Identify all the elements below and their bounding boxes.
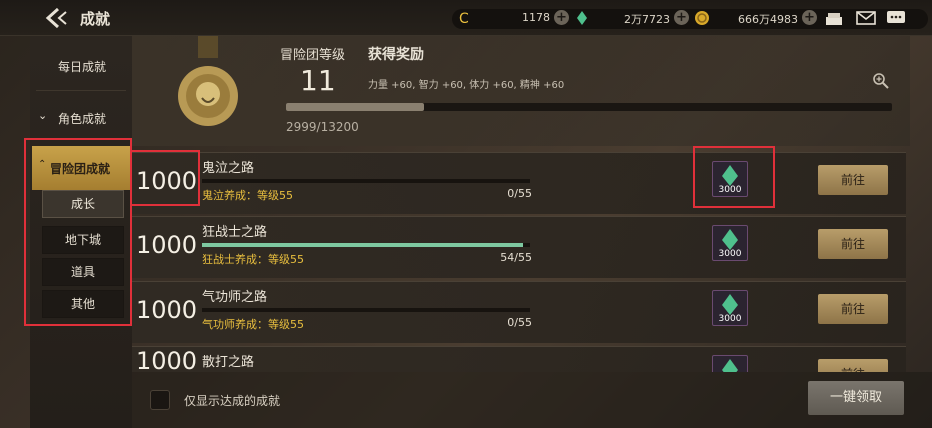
green-crystal-icon: [574, 10, 590, 26]
achievement-row: 1000 狂战士之路 狂战士养成：等级55 54/55 3000 前往: [132, 216, 906, 278]
show-completed-label: 仅显示达成的成就: [184, 394, 281, 408]
page-title: 成就: [80, 10, 111, 28]
sidebar-item-daily[interactable]: 每日成就: [30, 40, 132, 90]
reward-description: 力量 +60, 智力 +60, 体力 +60, 精神 +60: [368, 80, 565, 91]
goto-button[interactable]: 前往: [818, 165, 888, 195]
reward-item[interactable]: 3000: [712, 290, 748, 326]
zoom-in-icon[interactable]: [872, 72, 890, 90]
achievement-progress: 54/55: [500, 251, 532, 264]
gold-coin-icon: [694, 10, 710, 26]
add-currency-button[interactable]: +: [554, 10, 569, 25]
sidebar-item-character[interactable]: ⌄ 角色成就: [30, 92, 132, 142]
highlight-box: [130, 150, 200, 206]
show-completed-checkbox[interactable]: [150, 390, 170, 410]
adventure-level-value: 11: [300, 64, 336, 97]
achievement-title: 散打之路: [202, 355, 255, 370]
experience-fill: [286, 103, 424, 111]
currency-value: 1178: [522, 11, 550, 24]
achievement-title: 狂战士之路: [202, 225, 268, 240]
level-panel: [132, 36, 910, 146]
currency-value: 666万4983: [738, 13, 798, 26]
achievement-progress: 0/55: [507, 187, 532, 200]
progress-bar: [202, 179, 530, 183]
experience-text: 2999/13200: [286, 120, 359, 134]
reward-item[interactable]: 3000: [712, 355, 748, 372]
achievement-row: 1000 散打之路 3000 前往: [132, 346, 906, 372]
progress-bar: [202, 308, 530, 312]
chevron-down-icon: ⌄: [38, 109, 48, 122]
achievement-points: 1000: [136, 231, 198, 259]
back-arrow-icon[interactable]: [44, 6, 70, 30]
achievement-title: 气功师之路: [202, 290, 268, 305]
gold-c-icon: C: [456, 10, 472, 27]
achievement-title: 鬼泣之路: [202, 161, 255, 176]
divider: [36, 90, 126, 91]
achievement-points: 1000: [136, 296, 198, 324]
achievement-row: 1000 鬼泣之路 鬼泣养成：等级55 0/55 3000 前往: [132, 152, 906, 214]
add-currency-button[interactable]: +: [802, 10, 817, 25]
green-crystal-icon: [722, 359, 738, 372]
reward-item[interactable]: 3000: [712, 225, 748, 261]
progress-bar: [202, 243, 530, 247]
goto-button[interactable]: 前往: [818, 294, 888, 324]
achievement-condition: 狂战士养成：等级55: [202, 253, 304, 266]
achievement-points: 1000: [136, 347, 198, 372]
goto-button[interactable]: 前往: [818, 229, 888, 259]
currency-value: 2万7723: [624, 13, 670, 26]
experience-bar: [286, 103, 892, 111]
claim-all-button[interactable]: 一键领取: [808, 381, 904, 415]
cake-icon[interactable]: [824, 9, 844, 27]
achievement-row: 1000 气功师之路 气功师养成：等级55 0/55 3000 前往: [132, 281, 906, 343]
chat-icon[interactable]: [886, 9, 906, 27]
adventure-level-title: 冒险团等级: [280, 48, 346, 63]
svg-text:C: C: [459, 11, 469, 26]
top-bar: 成就 C 1178 + 2万7723 + 666万4983 +: [0, 0, 932, 36]
progress-fill: [202, 243, 524, 247]
achievement-progress: 0/55: [507, 316, 532, 329]
achievement-condition: 气功师养成：等级55: [202, 318, 304, 331]
mail-icon[interactable]: [856, 9, 876, 27]
reward-title: 获得奖励: [368, 47, 424, 63]
highlight-box: [24, 138, 132, 326]
goto-button[interactable]: 前往: [818, 359, 888, 372]
achievement-condition: 鬼泣养成：等级55: [202, 189, 293, 202]
highlight-box: [693, 146, 775, 208]
lion-medal-icon: [172, 36, 244, 138]
add-currency-button[interactable]: +: [674, 10, 689, 25]
